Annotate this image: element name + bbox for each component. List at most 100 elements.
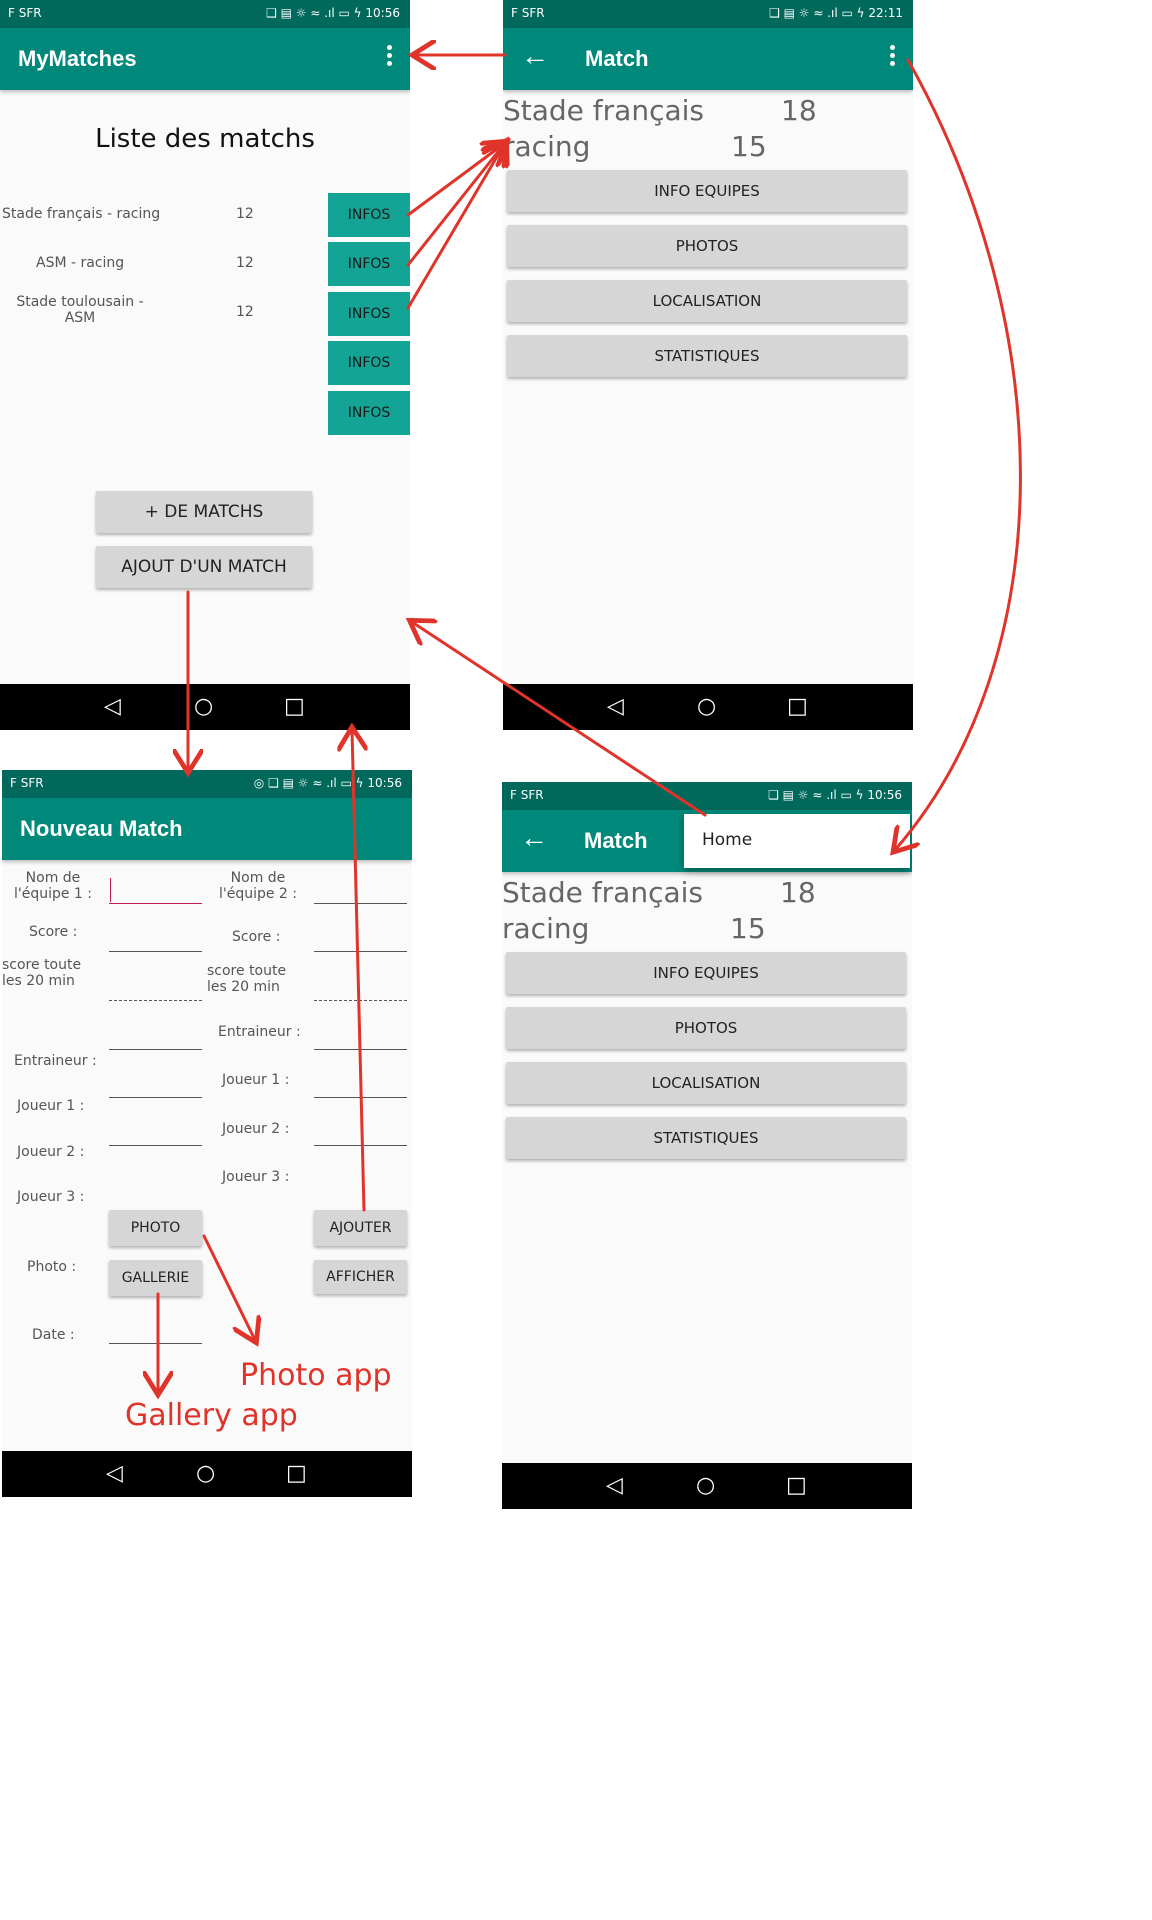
team2-score: 15 <box>731 130 767 163</box>
carrier-label: F SFR <box>10 776 44 790</box>
team1-name: Stade français <box>502 876 704 909</box>
match-name: Stade français - racing <box>2 206 161 222</box>
back-nav-icon[interactable]: ◁ <box>106 1461 123 1486</box>
team1-name-field[interactable] <box>109 903 202 904</box>
photo-button[interactable]: PHOTO <box>109 1210 202 1246</box>
team1-name-label: Nom de l'équipe 1 : <box>13 870 93 902</box>
team2-player2-label: Joueur 2 : <box>222 1121 290 1137</box>
team1-player3-label: Joueur 3 : <box>17 1189 85 1205</box>
home-nav-icon[interactable]: ○ <box>196 1461 215 1486</box>
carrier-label: F SFR <box>511 6 545 20</box>
arrow-infos-1 <box>406 143 505 217</box>
screen-title: Match <box>585 46 649 71</box>
team1-score: 18 <box>781 94 817 127</box>
team1-interval-score-field[interactable] <box>109 1000 202 1002</box>
nav-bar: ◁ ○ □ <box>503 684 913 730</box>
nav-bar: ◁ ○ □ <box>0 684 410 730</box>
home-nav-icon[interactable]: ○ <box>194 694 213 719</box>
screen-match-menu: F SFR ❑ ▤ ☼ ≈ .ıl ▭ ϟ 10:56 ← Match Home… <box>502 782 912 1509</box>
team1-player1-field[interactable] <box>109 1097 202 1098</box>
carrier-label: F SFR <box>8 6 42 20</box>
team1-player2-field[interactable] <box>109 1145 202 1146</box>
text-cursor <box>110 878 111 902</box>
screen-match-list: F SFR ❑ ▤ ☼ ≈ .ıl ▭ ϟ 10:56 MyMatches Li… <box>0 0 410 730</box>
photo-app-annotation: Photo app <box>240 1358 392 1393</box>
show-button[interactable]: AFFICHER <box>314 1260 407 1294</box>
team2-player1-field[interactable] <box>314 1097 407 1098</box>
arrow-menu-to-popup <box>895 58 1022 850</box>
status-bar: F SFR ❑ ▤ ☼ ≈ .ıl ▭ ϟ 22:11 <box>503 0 913 28</box>
team2-player2-field[interactable] <box>314 1145 407 1146</box>
arrow-infos-3 <box>406 143 505 310</box>
team2-coach-label: Entraineur : <box>218 1024 301 1040</box>
team2-coach-field[interactable] <box>314 1049 407 1050</box>
team2-score-field[interactable] <box>314 951 407 952</box>
stats-button[interactable]: STATISTIQUES <box>507 335 907 377</box>
gallery-button[interactable]: GALLERIE <box>109 1260 202 1296</box>
recents-nav-icon[interactable]: □ <box>786 1473 807 1498</box>
team1-score-field[interactable] <box>109 951 202 952</box>
location-button[interactable]: LOCALISATION <box>506 1062 906 1104</box>
recents-nav-icon[interactable]: □ <box>787 694 808 719</box>
recents-nav-icon[interactable]: □ <box>284 694 305 719</box>
infos-button[interactable]: INFOS <box>328 341 410 385</box>
back-nav-icon[interactable]: ◁ <box>607 694 624 719</box>
team2-interval-score-field[interactable] <box>314 1000 407 1002</box>
home-nav-icon[interactable]: ○ <box>697 694 716 719</box>
team1-interval-score-label: score toute les 20 min <box>2 957 82 989</box>
status-bar: F SFR ❑ ▤ ☼ ≈ .ıl ▭ ϟ 10:56 <box>502 782 912 810</box>
infos-button[interactable]: INFOS <box>328 193 410 237</box>
menu-item-home[interactable]: Home <box>702 830 752 850</box>
photos-button[interactable]: PHOTOS <box>507 225 907 267</box>
team2-score: 15 <box>730 912 766 945</box>
match-score: 12 <box>236 206 254 222</box>
team1-score: 18 <box>780 876 816 909</box>
back-arrow-icon[interactable]: ← <box>521 40 549 72</box>
nav-bar: ◁ ○ □ <box>2 1451 412 1497</box>
match-name: ASM - racing <box>36 255 125 271</box>
add-button[interactable]: AJOUTER <box>314 1210 407 1246</box>
gallery-app-annotation: Gallery app <box>125 1398 298 1433</box>
back-nav-icon[interactable]: ◁ <box>606 1473 623 1498</box>
status-icons: ❑ ▤ ☼ ≈ .ıl ▭ ϟ 10:56 <box>768 788 902 802</box>
overflow-menu-icon[interactable] <box>382 42 396 76</box>
app-bar: Nouveau Match <box>2 798 412 860</box>
add-match-button[interactable]: AJOUT D'UN MATCH <box>96 546 312 588</box>
status-icons: ◎ ❑ ▤ ☼ ≈ .ıl ▭ ϟ 10:56 <box>253 776 402 790</box>
info-teams-button[interactable]: INFO EQUIPES <box>507 170 907 212</box>
back-nav-icon[interactable]: ◁ <box>104 694 121 719</box>
team1-coach-label: Entraineur : <box>14 1053 97 1069</box>
team2-name-field[interactable] <box>314 903 407 904</box>
more-matches-button[interactable]: + DE MATCHS <box>96 491 312 533</box>
app-bar: MyMatches <box>0 28 410 90</box>
team1-player2-label: Joueur 2 : <box>17 1144 85 1160</box>
infos-button[interactable]: INFOS <box>328 391 410 435</box>
info-teams-button[interactable]: INFO EQUIPES <box>506 952 906 994</box>
photos-button[interactable]: PHOTOS <box>506 1007 906 1049</box>
infos-button[interactable]: INFOS <box>328 292 410 336</box>
carrier-label: F SFR <box>510 788 544 802</box>
team2-player1-label: Joueur 1 : <box>222 1072 290 1088</box>
screen-match-detail: F SFR ❑ ▤ ☼ ≈ .ıl ▭ ϟ 22:11 ← Match Stad… <box>503 0 913 730</box>
team2-player3-label: Joueur 3 : <box>222 1169 290 1185</box>
overflow-menu-popup: Home <box>684 814 910 868</box>
stats-button[interactable]: STATISTIQUES <box>506 1117 906 1159</box>
page-title: Liste des matchs <box>95 124 315 154</box>
nav-bar: ◁ ○ □ <box>502 1463 912 1509</box>
screen-title: Nouveau Match <box>20 816 183 841</box>
team1-coach-field[interactable] <box>109 1049 202 1050</box>
photo-label: Photo : <box>27 1259 77 1275</box>
status-bar: F SFR ◎ ❑ ▤ ☼ ≈ .ıl ▭ ϟ 10:56 <box>2 770 412 798</box>
home-nav-icon[interactable]: ○ <box>696 1473 715 1498</box>
team1-score-label: Score : <box>29 924 78 940</box>
location-button[interactable]: LOCALISATION <box>507 280 907 322</box>
date-label: Date : <box>32 1327 75 1343</box>
match-name: Stade toulousain - ASM <box>16 294 144 326</box>
back-arrow-icon[interactable]: ← <box>520 822 548 854</box>
infos-button[interactable]: INFOS <box>328 242 410 286</box>
date-field[interactable] <box>109 1343 202 1344</box>
arrow-infos-2 <box>406 143 505 267</box>
match-score: 12 <box>236 304 254 320</box>
recents-nav-icon[interactable]: □ <box>286 1461 307 1486</box>
overflow-menu-icon[interactable] <box>885 42 899 76</box>
